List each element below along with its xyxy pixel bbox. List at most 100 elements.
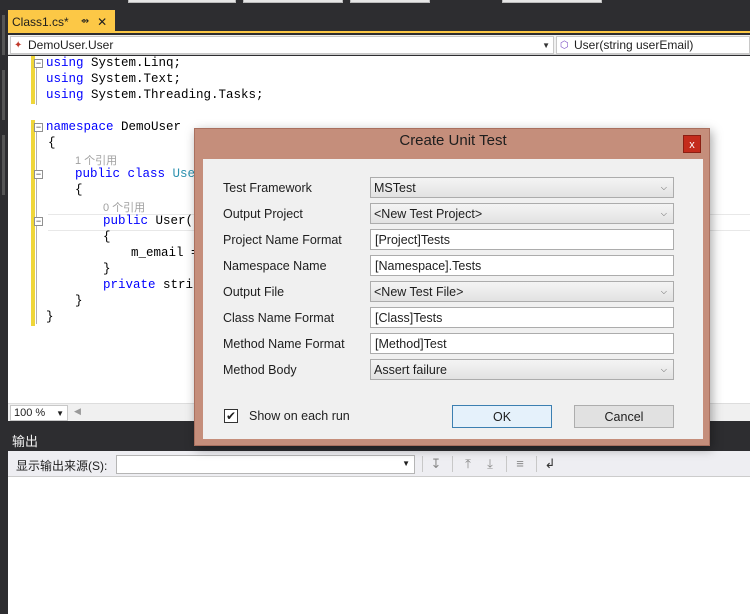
close-icon[interactable]: x — [683, 135, 701, 153]
output-project-value: <New Test Project> — [374, 206, 483, 221]
chevron-down-icon: ⌵ — [660, 364, 667, 374]
rail-tab[interactable] — [2, 135, 5, 195]
rail-tab[interactable] — [2, 70, 5, 120]
pin-icon[interactable]: ⇴ — [81, 16, 89, 27]
keyword: public — [103, 214, 149, 228]
collapse-icon[interactable]: − — [34, 217, 43, 226]
code-text: System.Text; — [83, 72, 182, 86]
collapse-icon[interactable]: − — [34, 123, 43, 132]
code-text: DemoUser — [113, 120, 182, 134]
code-line: { — [75, 183, 83, 197]
type-dropdown-value: DemoUser.User — [28, 38, 114, 52]
method-name-format-input[interactable]: [Method]Test — [370, 333, 674, 354]
tab-class1-cs[interactable]: Class1.cs* ⇴ ✕ — [8, 10, 115, 33]
namespace-name-input[interactable]: [Namespace].Tests — [370, 255, 674, 276]
find-message-icon[interactable]: ↧ — [428, 456, 444, 472]
code-text: User(s — [148, 214, 201, 228]
chevron-down-icon: ⌵ — [660, 286, 667, 296]
test-framework-label: Test Framework — [223, 181, 312, 195]
outline-line — [36, 132, 37, 324]
scroll-left-icon[interactable]: ◀ — [74, 406, 81, 417]
output-file-label: Output File — [223, 285, 285, 299]
clear-all-icon[interactable]: ≡ — [512, 456, 528, 472]
keyword: public class — [75, 167, 166, 181]
ok-button[interactable]: OK — [452, 405, 552, 428]
outline-line — [36, 67, 37, 105]
toolbar-remnant — [243, 0, 343, 3]
next-message-icon[interactable]: ⤓ — [482, 456, 498, 472]
method-body-value: Assert failure — [374, 362, 447, 377]
member-dropdown[interactable]: ⬡ User(string userEmail) — [556, 36, 750, 54]
chevron-down-icon: ▼ — [56, 408, 64, 418]
zoom-dropdown[interactable]: 100 % ▼ — [10, 405, 68, 421]
toolbar-separator — [536, 456, 537, 472]
top-strip — [0, 0, 750, 10]
output-source-label: 显示输出来源(S): — [16, 459, 108, 473]
code-text: System.Threading.Tasks; — [83, 88, 264, 102]
test-framework-dropdown[interactable]: MSTest ⌵ — [370, 177, 674, 198]
code-line: using System.Threading.Tasks; — [46, 88, 264, 102]
show-each-run-checkbox[interactable]: ✔ — [224, 409, 238, 423]
collapse-icon[interactable]: − — [34, 59, 43, 68]
method-icon: ⬡ — [560, 39, 569, 51]
output-toolbar: 显示输出来源(S): ▼ ↧ ⤒ ⤓ ≡ ↲ — [8, 451, 750, 477]
chevron-down-icon: ▼ — [542, 40, 550, 50]
toolbar-remnant — [128, 0, 236, 3]
code-line: m_email = — [131, 246, 199, 260]
method-name-format-label: Method Name Format — [223, 337, 345, 351]
collapse-icon[interactable]: − — [34, 170, 43, 179]
code-text: System.Linq; — [83, 56, 182, 70]
code-line: { — [48, 136, 56, 150]
toolbar-separator — [452, 456, 453, 472]
project-name-format-label: Project Name Format — [223, 233, 342, 247]
keyword: namespace — [46, 120, 114, 134]
class-name-format-input[interactable]: [Class]Tests — [370, 307, 674, 328]
chevron-down-icon: ⌵ — [660, 208, 667, 218]
output-file-value: <New Test File> — [374, 284, 464, 299]
code-line: { — [103, 230, 111, 244]
namespace-name-label: Namespace Name — [223, 259, 327, 273]
codelens-references[interactable]: 1 个引用 — [75, 152, 117, 168]
code-line: public User(s — [103, 214, 201, 228]
keyword: using — [46, 56, 84, 70]
code-line: using System.Text; — [46, 72, 181, 86]
tab-title: Class1.cs* — [12, 14, 69, 29]
toolbar-remnant — [350, 0, 430, 3]
word-wrap-icon[interactable]: ↲ — [542, 456, 558, 472]
cancel-button[interactable]: Cancel — [574, 405, 674, 428]
document-tab-row: Class1.cs* ⇴ ✕ — [8, 10, 750, 33]
output-text-area[interactable] — [8, 477, 750, 614]
output-file-dropdown[interactable]: <New Test File> ⌵ — [370, 281, 674, 302]
toolbar-separator — [506, 456, 507, 472]
code-line: } — [46, 310, 54, 324]
previous-message-icon[interactable]: ⤒ — [460, 456, 476, 472]
chevron-down-icon: ▼ — [402, 459, 410, 468]
keyword: using — [46, 88, 84, 102]
left-tool-rail — [0, 10, 8, 430]
zoom-value: 100 % — [14, 407, 46, 419]
check-icon: ✔ — [225, 409, 237, 423]
method-body-dropdown[interactable]: Assert failure ⌵ — [370, 359, 674, 380]
type-dropdown[interactable]: ✦ DemoUser.User ▼ — [10, 36, 554, 54]
code-line: } — [75, 294, 83, 308]
codelens-references[interactable]: 0 个引用 — [103, 199, 145, 215]
chevron-down-icon: ⌵ — [660, 182, 667, 192]
keyword: using — [46, 72, 84, 86]
rail-tab[interactable] — [2, 15, 5, 55]
test-framework-value: MSTest — [374, 180, 416, 195]
output-project-dropdown[interactable]: <New Test Project> ⌵ — [370, 203, 674, 224]
close-icon[interactable]: ✕ — [97, 15, 107, 29]
code-line: namespace DemoUser — [46, 120, 181, 134]
code-line: } — [103, 262, 111, 276]
class-icon: ✦ — [14, 39, 23, 51]
keyword: private — [103, 278, 156, 292]
output-source-dropdown[interactable]: ▼ — [116, 455, 415, 474]
project-name-format-input[interactable]: [Project]Tests — [370, 229, 674, 250]
create-unit-test-dialog: Create Unit Test x Test Framework MSTest… — [194, 128, 710, 446]
toolbar-remnant — [502, 0, 602, 3]
show-each-run-label[interactable]: Show on each run — [249, 409, 350, 423]
dialog-title: Create Unit Test — [399, 132, 507, 149]
code-line: public class User — [75, 167, 203, 181]
member-dropdown-value: User(string userEmail) — [574, 38, 694, 52]
method-body-label: Method Body — [223, 363, 297, 377]
